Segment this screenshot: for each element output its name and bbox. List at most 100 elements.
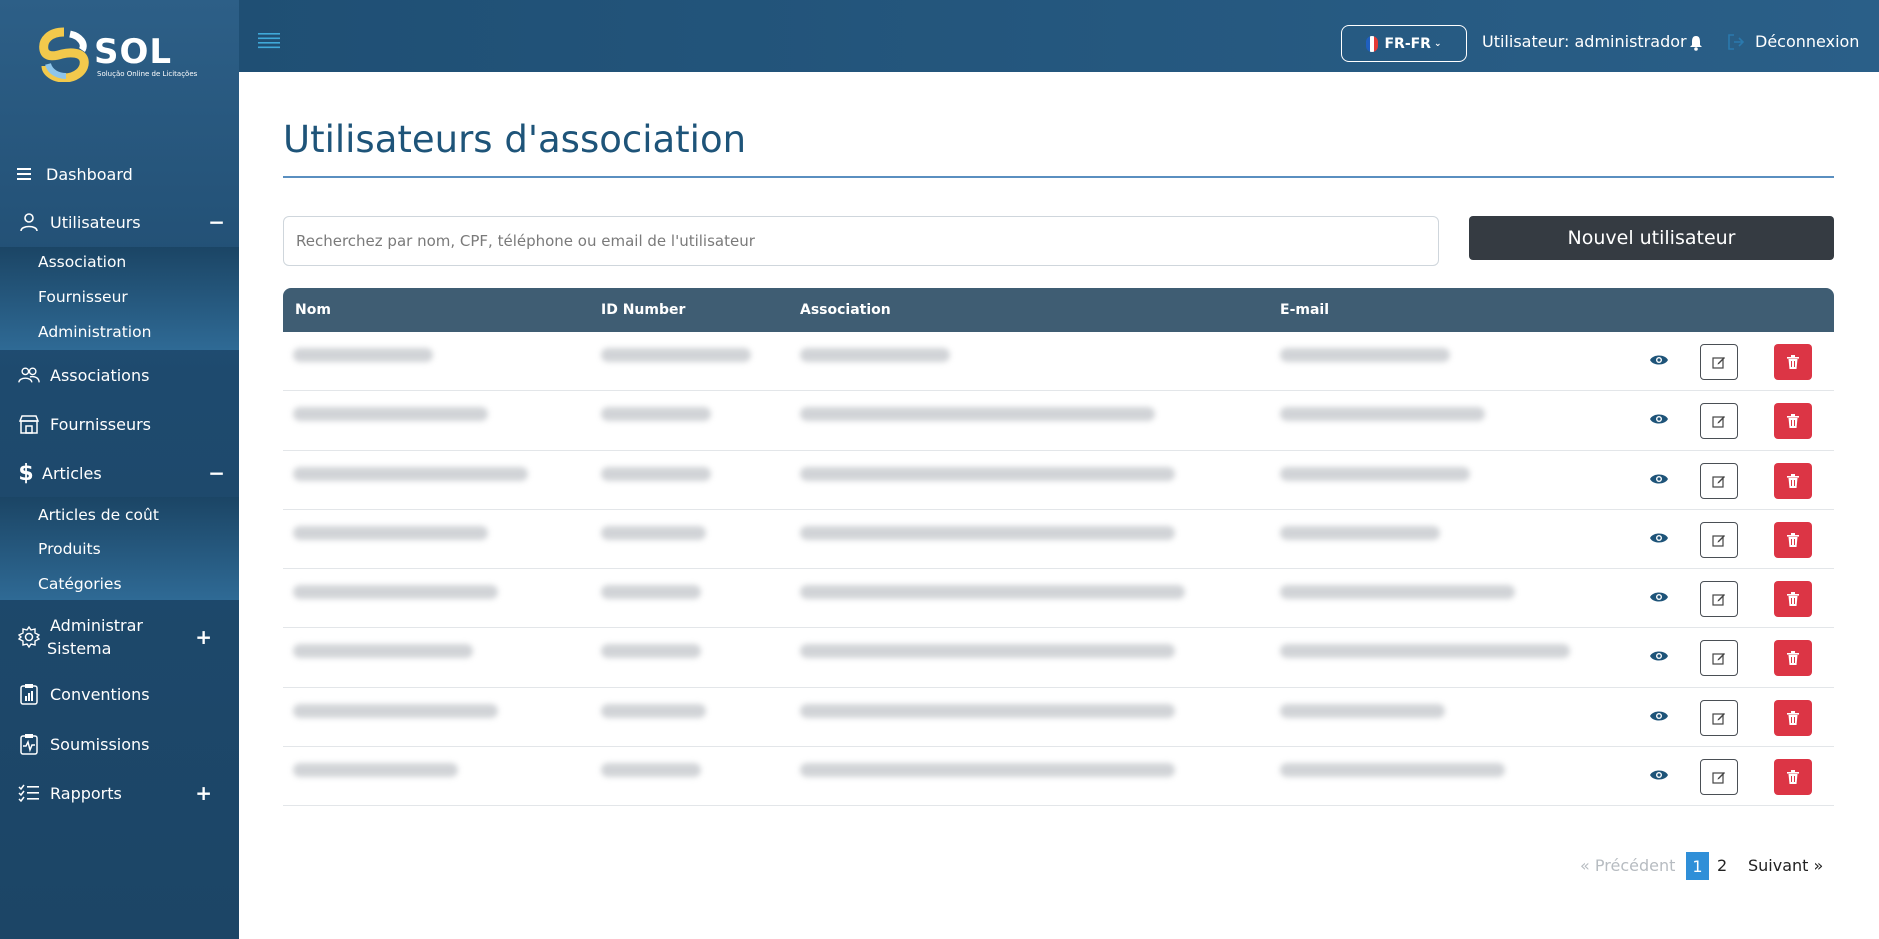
cell-email	[1280, 585, 1515, 600]
table-row	[283, 747, 1834, 807]
cell-association	[800, 585, 1185, 600]
clipboard-pulse-icon	[18, 733, 40, 755]
expand-icon[interactable]: +	[195, 625, 212, 649]
trash-icon	[1787, 473, 1799, 488]
edit-button[interactable]	[1700, 462, 1738, 499]
users-table: Nom ID Number Association E-mail	[283, 288, 1834, 807]
sidebar-item-label: Dashboard	[46, 164, 133, 184]
delete-button[interactable]	[1774, 344, 1812, 380]
edit-button[interactable]	[1700, 344, 1738, 380]
view-eye-icon[interactable]	[1649, 648, 1669, 667]
view-eye-icon[interactable]	[1649, 352, 1669, 371]
delete-button[interactable]	[1774, 640, 1812, 677]
view-eye-icon[interactable]	[1649, 411, 1669, 430]
sidebar-item-dashboard[interactable]: Dashboard	[0, 162, 239, 186]
delete-button[interactable]	[1774, 699, 1812, 736]
submenu-item-fournisseur[interactable]: Fournisseur	[38, 288, 128, 306]
pagination-page-1[interactable]: 1	[1686, 852, 1709, 880]
view-eye-icon[interactable]	[1649, 589, 1669, 608]
edit-button[interactable]	[1700, 699, 1738, 736]
table-row	[283, 569, 1834, 629]
expand-icon[interactable]: +	[195, 781, 212, 805]
sidebar-item-soumissions[interactable]: Soumissions	[0, 732, 239, 756]
sidebar-item-fournisseurs[interactable]: Fournisseurs	[0, 412, 239, 436]
gear-icon	[18, 626, 40, 648]
cell-association	[800, 466, 1175, 481]
edit-button[interactable]	[1700, 521, 1738, 558]
cell-association	[800, 763, 1175, 778]
new-user-button[interactable]: Nouvel utilisateur	[1469, 216, 1834, 260]
top-header: FR-FR ⌄ Utilisateur: administrador Décon…	[239, 0, 1879, 72]
submenu-item-administration[interactable]: Administration	[38, 323, 151, 341]
sidebar-item-label: Associations	[50, 365, 150, 385]
view-eye-icon[interactable]	[1649, 708, 1669, 727]
edit-icon	[1712, 357, 1725, 369]
sidebar-item-associations[interactable]: Associations	[0, 363, 239, 387]
current-user-label: Utilisateur: administrador	[1482, 32, 1687, 51]
table-row	[283, 628, 1834, 688]
sidebar-item-articles[interactable]: $ Articles −	[0, 461, 239, 486]
logout-link[interactable]: Déconnexion	[1755, 32, 1859, 51]
cell-id-number	[601, 644, 701, 659]
column-header-id-number[interactable]: ID Number	[601, 302, 685, 318]
cell-nom	[293, 763, 458, 778]
trash-icon	[1787, 532, 1799, 547]
edit-button[interactable]	[1700, 759, 1738, 796]
collapse-icon[interactable]: −	[208, 461, 225, 485]
chevron-down-icon: ⌄	[1433, 38, 1442, 49]
cell-association	[800, 703, 1175, 718]
sidebar-item-label: Articles	[42, 463, 102, 483]
bell-icon[interactable]	[1689, 35, 1703, 55]
language-selector[interactable]: FR-FR ⌄	[1341, 25, 1467, 62]
table-body	[283, 332, 1834, 807]
submenu-item-categories[interactable]: Catégories	[38, 575, 122, 593]
edit-icon	[1712, 653, 1725, 666]
sidebar-item-conventions[interactable]: Conventions	[0, 682, 239, 706]
sidebar: SOL Solução Online de Licitações Dashboa…	[0, 0, 239, 939]
delete-button[interactable]	[1774, 581, 1812, 618]
submenu-item-association[interactable]: Association	[38, 253, 126, 271]
trash-icon	[1787, 414, 1799, 429]
edit-button[interactable]	[1700, 640, 1738, 677]
cell-email	[1280, 407, 1485, 422]
search-input[interactable]	[283, 216, 1439, 266]
page-title: Utilisateurs d'association	[283, 118, 747, 161]
users-icon	[18, 364, 40, 386]
column-header-nom[interactable]: Nom	[295, 302, 331, 318]
submenu-item-produits[interactable]: Produits	[38, 540, 101, 558]
pagination-prev[interactable]: « Précédent	[1580, 856, 1675, 875]
sidebar-item-label: Conventions	[50, 684, 150, 704]
logout-icon[interactable]	[1727, 33, 1745, 55]
sidebar-item-label: Utilisateurs	[50, 212, 141, 232]
collapse-icon[interactable]: −	[208, 210, 225, 234]
sidebar-item-rapports[interactable]: Rapports +	[0, 781, 239, 805]
view-eye-icon[interactable]	[1649, 767, 1669, 786]
delete-button[interactable]	[1774, 759, 1812, 796]
sidebar-item-label: Administrar Sistema	[47, 614, 143, 660]
trash-icon	[1787, 770, 1799, 785]
cell-association	[800, 644, 1175, 659]
cell-nom	[293, 348, 433, 362]
column-header-association[interactable]: Association	[800, 302, 891, 318]
pagination-next[interactable]: Suivant »	[1748, 856, 1823, 875]
hamburger-menu-icon[interactable]	[258, 33, 280, 53]
logo-text: SOL	[94, 32, 173, 72]
view-eye-icon[interactable]	[1649, 471, 1669, 490]
edit-icon	[1712, 594, 1725, 606]
logo-subtitle: Solução Online de Licitações	[97, 70, 198, 78]
delete-button[interactable]	[1774, 462, 1812, 499]
submenu-item-articles-de-cout[interactable]: Articles de coût	[38, 506, 159, 524]
sidebar-item-label: Soumissions	[50, 734, 150, 754]
cell-email	[1280, 644, 1570, 659]
column-header-email[interactable]: E-mail	[1280, 302, 1329, 318]
view-eye-icon[interactable]	[1649, 530, 1669, 549]
edit-button[interactable]	[1700, 581, 1738, 618]
delete-button[interactable]	[1774, 403, 1812, 440]
trash-icon	[1787, 355, 1799, 369]
delete-button[interactable]	[1774, 521, 1812, 558]
title-divider	[283, 176, 1834, 178]
pagination-page-2[interactable]: 2	[1717, 856, 1727, 875]
edit-button[interactable]	[1700, 403, 1738, 440]
sidebar-item-utilisateurs[interactable]: Utilisateurs −	[0, 210, 239, 234]
sidebar-item-administrar-sistema[interactable]: Administrar Sistema +	[0, 614, 239, 660]
